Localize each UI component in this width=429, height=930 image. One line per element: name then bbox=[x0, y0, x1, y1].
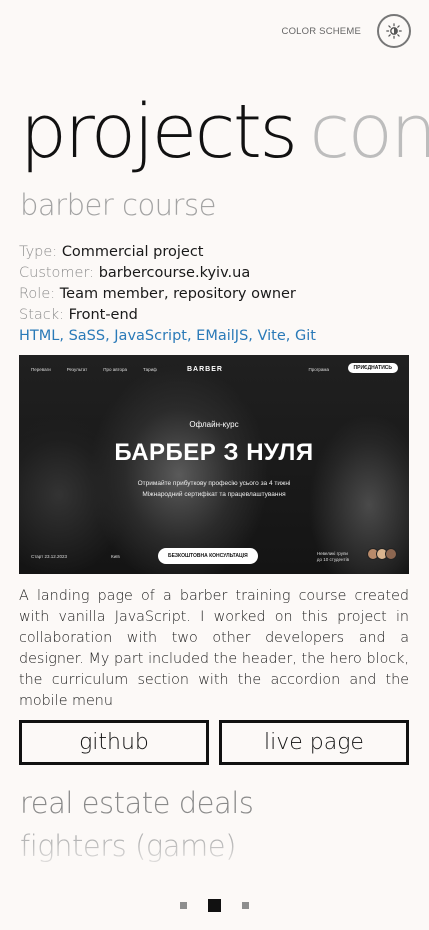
avatar bbox=[385, 548, 397, 560]
github-button[interactable]: github bbox=[19, 720, 209, 765]
project-meta: Type: Commercial project Customer: barbe… bbox=[19, 242, 316, 347]
preview-bottom-bar: Старт 23.12.2023 Київ БЕЗКОШТОВНА КОНСУЛ… bbox=[31, 548, 397, 566]
meta-stack-key: Stack: bbox=[19, 307, 65, 323]
section-title-next[interactable]: con bbox=[309, 89, 429, 175]
pagination-dot[interactable] bbox=[208, 899, 221, 912]
preview-nav-link: Результат bbox=[66, 366, 88, 372]
preview-headline: БАРБЕР З НУЛЯ bbox=[114, 439, 314, 466]
preview-city: Київ bbox=[111, 554, 120, 559]
meta-role-value: Team member, repository owner bbox=[59, 286, 296, 302]
section-heading: projects con bbox=[20, 95, 429, 169]
project-item-fighters-game[interactable]: fighters (game) bbox=[20, 829, 236, 863]
preview-subtitle: Офлайн-курс bbox=[189, 420, 239, 429]
meta-customer-value: barbercourse.kyiv.ua bbox=[98, 265, 251, 281]
preview-groups: Невеликі групи до 10 студентів bbox=[317, 551, 349, 563]
meta-type-key: Type: bbox=[19, 244, 58, 260]
preview-join-button: ПРИЄДНАТИСЬ bbox=[347, 363, 398, 373]
preview-description: Отримайте прибуткову професію усього за … bbox=[19, 478, 409, 500]
preview-start-date: Старт 23.12.2023 bbox=[31, 554, 67, 559]
meta-role-key: Role: bbox=[19, 286, 56, 302]
color-scheme-label: COLOR SCHEME bbox=[281, 25, 361, 37]
preview-desc-line: Отримайте прибуткову професію усього за … bbox=[137, 480, 291, 487]
project-description: A landing page of a barber training cour… bbox=[19, 588, 409, 709]
preview-avatars bbox=[367, 548, 397, 560]
section-title-active: projects bbox=[20, 89, 298, 175]
meta-customer: Customer: barbercourse.kyiv.ua bbox=[19, 263, 316, 284]
preview-logo: BARBER bbox=[187, 365, 223, 373]
meta-role: Role: Team member, repository owner bbox=[19, 284, 316, 305]
preview-nav-link: Переваги bbox=[31, 366, 51, 372]
preview-nav-link: Тариф bbox=[143, 366, 157, 372]
meta-type-value: Commercial project bbox=[61, 244, 204, 260]
top-bar: COLOR SCHEME bbox=[282, 14, 411, 48]
preview-nav: Переваги Результат Про автора Тариф BARB… bbox=[19, 362, 409, 376]
portfolio-page: COLOR SCHEME projects con barber course … bbox=[0, 0, 429, 930]
preview-nav-program: Програма bbox=[308, 366, 329, 372]
meta-customer-key: Customer: bbox=[19, 265, 95, 281]
technologies-list: HTML, SaSS, JavaScript, EMailJS, Vite, G… bbox=[19, 328, 316, 344]
preview-nav-link: Про автора bbox=[103, 366, 128, 372]
preview-groups-line: до 10 студентів bbox=[316, 557, 349, 562]
meta-type: Type: Commercial project bbox=[19, 242, 316, 263]
meta-stack-value: Front-end bbox=[68, 307, 138, 323]
pagination-dot[interactable] bbox=[242, 902, 249, 909]
preview-cta-button: БЕЗКОШТОВНА КОНСУЛЬТАЦІЯ bbox=[158, 548, 258, 564]
color-scheme-toggle[interactable] bbox=[377, 14, 411, 48]
project-preview-image: Переваги Результат Про автора Тариф BARB… bbox=[19, 355, 409, 574]
sun-icon bbox=[386, 23, 402, 39]
meta-stack: Stack: Front-end bbox=[19, 305, 316, 326]
project-title[interactable]: barber course bbox=[20, 188, 216, 222]
live-page-button[interactable]: live page bbox=[219, 720, 409, 765]
pagination-dots bbox=[0, 899, 429, 912]
preview-desc-line: Міжнародний сертифікат та працевлаштуван… bbox=[142, 491, 286, 498]
project-item-real-estate-deals[interactable]: real estate deals bbox=[20, 786, 254, 820]
pagination-dot[interactable] bbox=[180, 902, 187, 909]
